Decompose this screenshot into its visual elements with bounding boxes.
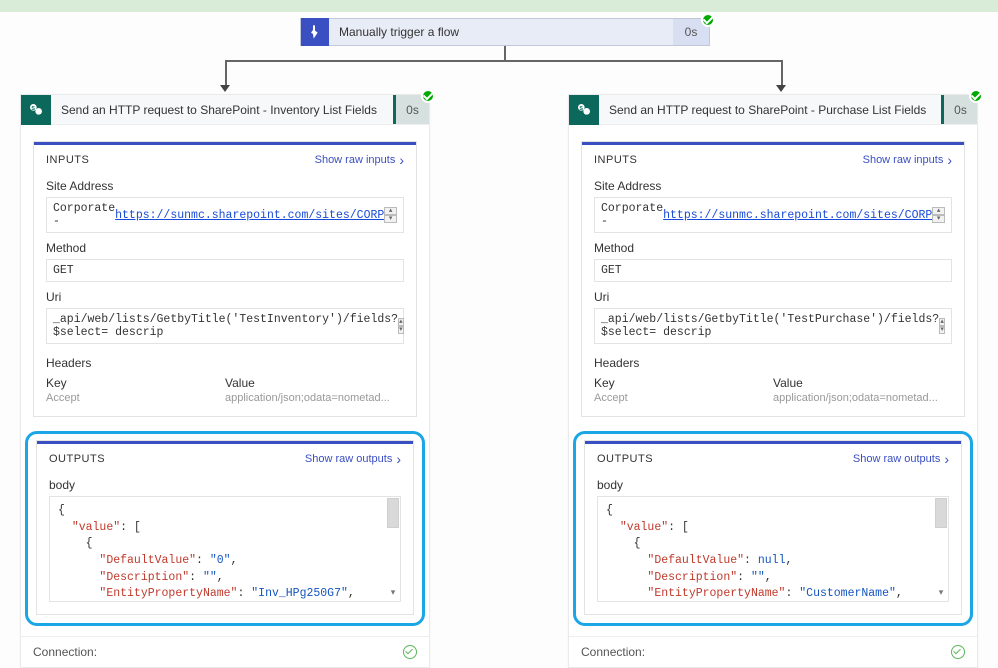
connection-ok-icon — [403, 645, 417, 659]
inputs-heading: INPUTS — [594, 154, 637, 166]
connector-line — [781, 60, 783, 86]
headers-row: Key Accept Value application/json;odata=… — [46, 376, 404, 404]
manual-trigger-icon — [301, 18, 329, 46]
arrow-down-icon — [220, 85, 230, 92]
show-raw-inputs-label: Show raw inputs — [863, 154, 944, 166]
connector-line — [504, 46, 506, 60]
inputs-heading: INPUTS — [46, 154, 89, 166]
body-label: body — [597, 478, 949, 492]
sharepoint-icon: S — [21, 95, 51, 125]
card-title: Send an HTTP request to SharePoint - Inv… — [51, 103, 393, 117]
columns: S Send an HTTP request to SharePoint - I… — [20, 94, 978, 668]
connector-line — [225, 60, 783, 62]
section-accent — [582, 142, 964, 145]
header-key-value: Accept — [594, 392, 773, 404]
site-address-field[interactable]: Corporate - https://sunmc.sharepoint.com… — [594, 197, 952, 233]
connection-label: Connection: — [33, 645, 97, 659]
stepper-control[interactable]: ▴▾ — [398, 318, 404, 334]
outputs-highlight: OUTPUTS Show raw outputs › body { "value… — [25, 431, 425, 626]
connection-label: Connection: — [581, 645, 645, 659]
show-raw-outputs-label: Show raw outputs — [305, 453, 392, 465]
uri-value: _api/web/lists/GetbyTitle('TestPurchase'… — [601, 313, 939, 339]
show-raw-outputs-link[interactable]: Show raw outputs › — [305, 452, 401, 466]
svg-text:S: S — [31, 106, 35, 112]
top-banner — [0, 0, 998, 12]
inputs-section: INPUTS Show raw inputs › Site Address Co… — [33, 141, 417, 417]
uri-field[interactable]: _api/web/lists/GetbyTitle('TestInventory… — [46, 308, 404, 344]
headers-row: Key Accept Value application/json;odata=… — [594, 376, 952, 404]
outputs-section: OUTPUTS Show raw outputs › body { "value… — [584, 440, 962, 615]
site-address-label: Site Address — [594, 179, 952, 193]
trigger-title: Manually trigger a flow — [329, 25, 673, 39]
uri-field[interactable]: _api/web/lists/GetbyTitle('TestPurchase'… — [594, 308, 952, 344]
outputs-heading: OUTPUTS — [597, 453, 653, 465]
site-address-field[interactable]: Corporate - https://sunmc.sharepoint.com… — [46, 197, 404, 233]
section-accent — [37, 441, 413, 444]
connector-line — [225, 60, 227, 86]
header-value-label: Value — [225, 376, 404, 390]
inputs-section: INPUTS Show raw inputs › Site Address Co… — [581, 141, 965, 417]
site-address-prefix: Corporate - — [53, 202, 115, 228]
scroll-down-icon[interactable]: ▾ — [935, 588, 947, 600]
scrollbar-thumb[interactable] — [387, 498, 399, 528]
success-icon — [421, 89, 435, 103]
scrollbar-thumb[interactable] — [935, 498, 947, 528]
section-accent — [34, 142, 416, 145]
chevron-right-icon: › — [399, 153, 404, 167]
json-output[interactable]: { "value": [ { "DefaultValue": null, "De… — [597, 496, 949, 602]
uri-label: Uri — [594, 290, 952, 304]
scroll-down-icon[interactable]: ▾ — [387, 588, 399, 600]
card-header[interactable]: S Send an HTTP request to SharePoint - I… — [21, 95, 429, 125]
header-value-value: application/json;odata=nometad... — [773, 392, 952, 404]
action-card[interactable]: S Send an HTTP request to SharePoint - I… — [20, 94, 430, 668]
headers-label: Headers — [594, 356, 952, 370]
outputs-section: OUTPUTS Show raw outputs › body { "value… — [36, 440, 414, 615]
show-raw-outputs-link[interactable]: Show raw outputs › — [853, 452, 949, 466]
site-address-label: Site Address — [46, 179, 404, 193]
trigger-card[interactable]: Manually trigger a flow 0s — [300, 18, 710, 46]
show-raw-inputs-link[interactable]: Show raw inputs › — [863, 153, 952, 167]
outputs-heading: OUTPUTS — [49, 453, 105, 465]
card-footer: Connection: — [569, 636, 977, 667]
chevron-right-icon: › — [396, 452, 401, 466]
json-output[interactable]: { "value": [ { "DefaultValue": "0", "Des… — [49, 496, 401, 602]
card-header[interactable]: S Send an HTTP request to SharePoint - P… — [569, 95, 977, 125]
site-address-prefix: Corporate - — [601, 202, 663, 228]
svg-text:S: S — [579, 106, 583, 112]
site-address-link[interactable]: https://sunmc.sharepoint.com/sites/CORP — [115, 209, 384, 222]
arrow-down-icon — [776, 85, 786, 92]
header-key-label: Key — [46, 376, 225, 390]
success-icon — [969, 89, 983, 103]
card-footer: Connection: — [21, 636, 429, 667]
uri-value: _api/web/lists/GetbyTitle('TestInventory… — [53, 313, 398, 339]
method-label: Method — [594, 241, 952, 255]
chevron-right-icon: › — [944, 452, 949, 466]
method-field[interactable]: GET — [46, 259, 404, 282]
sharepoint-icon: S — [569, 95, 599, 125]
show-raw-outputs-label: Show raw outputs — [853, 453, 940, 465]
connection-ok-icon — [951, 645, 965, 659]
header-value-label: Value — [773, 376, 952, 390]
show-raw-inputs-label: Show raw inputs — [315, 154, 396, 166]
show-raw-inputs-link[interactable]: Show raw inputs › — [315, 153, 404, 167]
method-label: Method — [46, 241, 404, 255]
stepper-control[interactable]: ▴▾ — [384, 207, 397, 223]
outputs-highlight: OUTPUTS Show raw outputs › body { "value… — [573, 431, 973, 626]
stepper-control[interactable]: ▴▾ — [932, 207, 945, 223]
card-title: Send an HTTP request to SharePoint - Pur… — [599, 103, 941, 117]
header-key-label: Key — [594, 376, 773, 390]
stepper-control[interactable]: ▴▾ — [939, 318, 945, 334]
header-value-value: application/json;odata=nometad... — [225, 392, 404, 404]
headers-label: Headers — [46, 356, 404, 370]
method-field[interactable]: GET — [594, 259, 952, 282]
section-accent — [585, 441, 961, 444]
chevron-right-icon: › — [947, 153, 952, 167]
site-address-link[interactable]: https://sunmc.sharepoint.com/sites/CORP — [663, 209, 932, 222]
success-icon — [701, 13, 715, 27]
header-key-value: Accept — [46, 392, 225, 404]
action-card[interactable]: S Send an HTTP request to SharePoint - P… — [568, 94, 978, 668]
uri-label: Uri — [46, 290, 404, 304]
body-label: body — [49, 478, 401, 492]
